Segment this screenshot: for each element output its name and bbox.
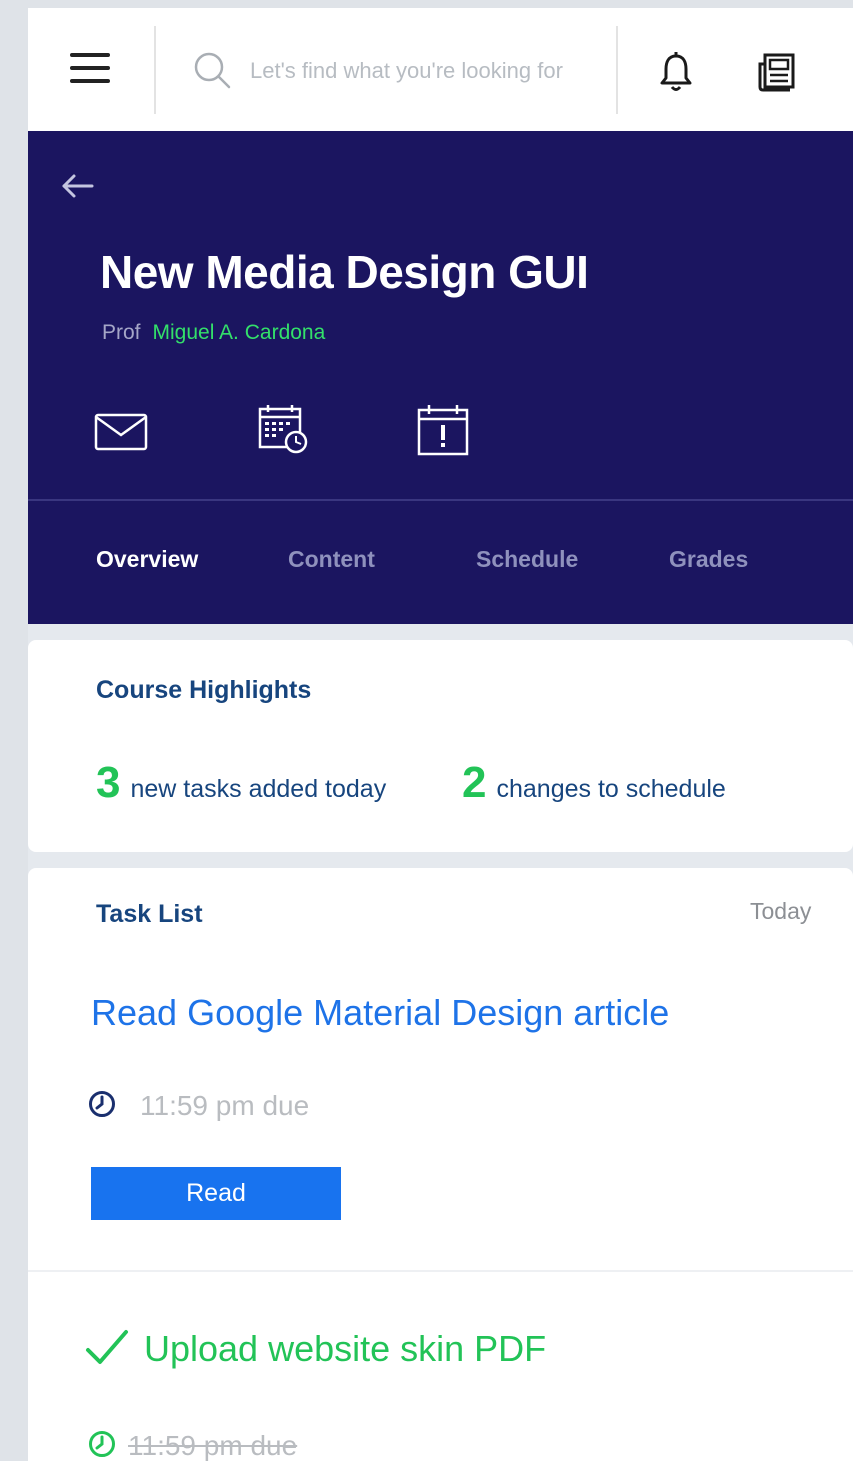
clock-icon bbox=[89, 1431, 115, 1457]
divider bbox=[154, 26, 156, 114]
professor-name[interactable]: Miguel A. Cardona bbox=[153, 321, 326, 344]
search-input[interactable] bbox=[248, 54, 612, 88]
date-label: Today bbox=[750, 898, 812, 924]
top-bar bbox=[28, 8, 853, 131]
clock-icon bbox=[89, 1091, 115, 1117]
checkmark-icon[interactable] bbox=[84, 1326, 130, 1370]
mail-icon[interactable] bbox=[94, 413, 148, 451]
card-title: Task List bbox=[96, 900, 203, 928]
task-title[interactable]: Upload website skin PDF bbox=[144, 1328, 546, 1370]
divider bbox=[616, 26, 618, 114]
task-divider bbox=[28, 1270, 853, 1272]
tab-content[interactable]: Content bbox=[288, 546, 375, 573]
course-header: New Media Design GUI Prof Miguel A. Cardo… bbox=[28, 131, 853, 624]
calendar-clock-icon[interactable] bbox=[256, 403, 310, 455]
stat-value: 2 bbox=[462, 758, 487, 807]
task-list-card: Task List Today Read Google Material Des… bbox=[28, 868, 853, 1461]
read-button[interactable]: Read bbox=[91, 1167, 341, 1220]
professor-line: Prof Miguel A. Cardona bbox=[102, 321, 325, 345]
task-due: 11:59 pm due bbox=[140, 1090, 310, 1121]
stat-label: new tasks added today bbox=[130, 775, 387, 803]
tab-grades[interactable]: Grades bbox=[669, 546, 748, 573]
task-due: 11:59 pm due bbox=[128, 1430, 298, 1461]
arrow-left-icon[interactable] bbox=[58, 171, 98, 201]
card-title: Course Highlights bbox=[96, 676, 312, 704]
professor-label: Prof bbox=[102, 321, 141, 344]
tab-schedule[interactable]: Schedule bbox=[476, 546, 578, 573]
course-title: New Media Design GUI bbox=[100, 246, 589, 298]
tab-overview[interactable]: Overview bbox=[96, 546, 198, 573]
stat-value: 3 bbox=[96, 758, 121, 807]
newspaper-icon[interactable] bbox=[756, 50, 800, 94]
search-icon[interactable] bbox=[192, 50, 232, 90]
stat-schedule-changes[interactable]: 2 changes to schedule bbox=[462, 758, 726, 808]
calendar-alert-icon[interactable] bbox=[416, 403, 470, 457]
bell-icon[interactable] bbox=[656, 50, 696, 94]
task-title[interactable]: Read Google Material Design article bbox=[91, 992, 669, 1034]
stat-new-tasks[interactable]: 3 new tasks added today bbox=[96, 758, 386, 808]
header-divider bbox=[28, 499, 853, 501]
app-screen: New Media Design GUI Prof Miguel A. Cardo… bbox=[28, 8, 853, 1461]
hamburger-icon[interactable] bbox=[70, 53, 110, 85]
course-highlights-card: Course Highlights 3 new tasks added today… bbox=[28, 640, 853, 852]
stat-label: changes to schedule bbox=[496, 775, 726, 803]
